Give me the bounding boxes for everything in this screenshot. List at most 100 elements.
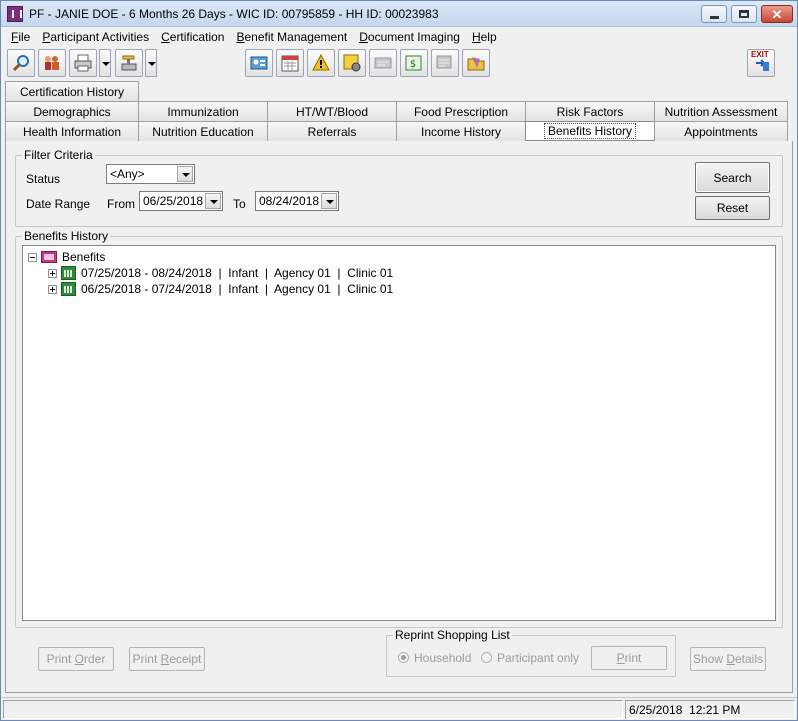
printer-icon — [74, 54, 92, 72]
collapse-icon[interactable] — [28, 252, 37, 262]
tree-item[interactable]: 07/25/2018 - 08/24/2018 | Infant | Agenc… — [48, 265, 393, 281]
tab-income-history[interactable]: Income History — [396, 121, 526, 141]
chevron-down-icon[interactable] — [177, 166, 193, 182]
tab-certification-history[interactable]: Certification History — [5, 81, 139, 101]
tab-label: Nutrition Assessment — [664, 104, 778, 119]
measurements-dropdown-arrow[interactable] — [145, 49, 157, 77]
tree-item-label: 06/25/2018 - 07/24/2018 | Infant | Agenc… — [81, 282, 394, 296]
tab-immunization[interactable]: Immunization — [138, 101, 268, 121]
tab-nutrition-assessment[interactable]: Nutrition Assessment — [654, 101, 788, 121]
search-button[interactable] — [7, 49, 35, 77]
menu-certification[interactable]: Certification — [155, 30, 230, 44]
app-icon — [7, 6, 23, 22]
close-icon: ✕ — [771, 6, 783, 22]
from-date-picker[interactable]: 06/25/2018 — [139, 191, 223, 211]
list-button — [431, 49, 459, 77]
expand-icon[interactable] — [48, 284, 57, 294]
benefits-tree[interactable]: Benefits 07/25/2018 - 08/24/2018 | Infan… — [22, 245, 776, 621]
calendar-button[interactable] — [276, 49, 304, 77]
print-order-label-post: rder — [84, 652, 106, 666]
tab-risk-factors[interactable]: Risk Factors — [525, 101, 655, 121]
reset-button[interactable]: Reset — [695, 196, 770, 220]
household-radio[interactable] — [398, 652, 409, 663]
tree-item[interactable]: 06/25/2018 - 07/24/2018 | Infant | Agenc… — [48, 281, 393, 297]
search-button-label: Search — [713, 170, 752, 185]
household-label: Household — [414, 651, 472, 665]
id-card-icon — [250, 56, 268, 70]
print-receipt-label-post: eceipt — [169, 652, 202, 666]
scale-icon — [121, 55, 137, 71]
print-mnemonic: P — [616, 651, 625, 665]
expand-icon[interactable] — [48, 268, 57, 278]
app-window: PF - JANIE DOE - 6 Months 26 Days - WIC … — [0, 0, 798, 721]
chevron-down-icon[interactable] — [205, 193, 221, 209]
tab-label: Risk Factors — [556, 104, 624, 119]
exit-label: EXIT — [751, 50, 769, 59]
note-settings-icon — [343, 54, 361, 72]
reprint-shopping-list-legend: Reprint Shopping List — [393, 628, 512, 642]
search-button[interactable]: Search — [695, 162, 770, 193]
status-bar: 6/25/2018 12:21 PM — [1, 697, 797, 720]
menu-certification-label: ertification — [169, 30, 225, 44]
status-select-value: <Any> — [110, 167, 145, 181]
menu-bar: File Participant Activities Certificatio… — [1, 28, 797, 46]
tab-label: Demographics — [33, 104, 111, 119]
participant-only-radio[interactable] — [481, 652, 492, 663]
tab-row-2: Demographics Immunization HT/WT/Blood Fo… — [5, 101, 788, 121]
tab-food-prescription[interactable]: Food Prescription — [396, 101, 526, 121]
from-label: From — [107, 197, 135, 211]
menu-document-imaging-label: ocument Imaging — [367, 30, 460, 44]
to-label: To — [233, 197, 246, 211]
tab-demographics[interactable]: Demographics — [5, 101, 139, 121]
tab-label: Income History — [420, 124, 502, 139]
tab-label: HT/WT/Blood — [295, 104, 368, 119]
minimize-button[interactable] — [701, 5, 727, 23]
tab-row-1: Certification History — [5, 81, 139, 101]
menu-file[interactable]: File — [5, 30, 36, 44]
print-dropdown-arrow[interactable] — [99, 49, 111, 77]
date-range-label: Date Range — [26, 197, 91, 211]
menu-help[interactable]: Help — [466, 30, 503, 44]
show-details-button[interactable]: Show Details — [690, 647, 766, 671]
minimize-icon — [709, 15, 719, 19]
tab-health-information[interactable]: Health Information — [5, 121, 139, 141]
tab-ht-wt-blood[interactable]: HT/WT/Blood — [267, 101, 397, 121]
voucher-button[interactable]: $ — [400, 49, 428, 77]
menu-help-label: elp — [480, 30, 497, 44]
family-button[interactable] — [38, 49, 66, 77]
tab-label: Referrals — [307, 124, 357, 139]
benefits-history-legend: Benefits History — [22, 229, 111, 243]
tree-root-benefits[interactable]: Benefits — [28, 249, 105, 265]
tab-referrals[interactable]: Referrals — [267, 121, 397, 141]
maximize-icon — [739, 10, 749, 18]
to-date-picker[interactable]: 08/24/2018 — [255, 191, 339, 211]
print-label: rint — [624, 651, 642, 665]
from-date-value: 06/25/2018 — [143, 194, 204, 208]
documents-button[interactable] — [462, 49, 490, 77]
tab-benefits-history[interactable]: Benefits History — [525, 121, 655, 141]
tab-nutrition-education[interactable]: Nutrition Education — [138, 121, 268, 141]
show-details-label-pre: Show — [692, 652, 727, 666]
print-receipt-button[interactable]: Print Receipt — [129, 647, 205, 671]
tab-appointments[interactable]: Appointments — [654, 121, 788, 141]
menu-benefit-management[interactable]: Benefit Management — [230, 30, 353, 44]
list-icon — [436, 55, 452, 69]
maximize-button[interactable] — [731, 5, 757, 23]
alerts-button[interactable] — [307, 49, 335, 77]
menu-participant-activities[interactable]: Participant Activities — [36, 30, 155, 44]
print-order-button[interactable]: Print Order — [38, 647, 114, 671]
print-button[interactable]: Print — [591, 646, 667, 670]
measurements-button[interactable] — [115, 49, 143, 77]
notes-button[interactable] — [338, 49, 366, 77]
menu-document-imaging-mnemonic: D — [359, 30, 368, 44]
chevron-down-icon[interactable] — [321, 193, 337, 209]
benefits-history-panel: Filter Criteria Status <Any> Date Range … — [5, 141, 793, 693]
reprint-shopping-list-group: Reprint Shopping List Household Particip… — [386, 628, 676, 677]
close-button[interactable]: ✕ — [761, 5, 793, 23]
menu-document-imaging[interactable]: Document Imaging — [353, 30, 466, 44]
id-card-button[interactable] — [245, 49, 273, 77]
exit-button[interactable]: EXIT — [747, 49, 775, 77]
print-button[interactable] — [69, 49, 97, 77]
status-select[interactable]: <Any> — [106, 164, 195, 184]
tab-label: Health Information — [22, 124, 122, 139]
